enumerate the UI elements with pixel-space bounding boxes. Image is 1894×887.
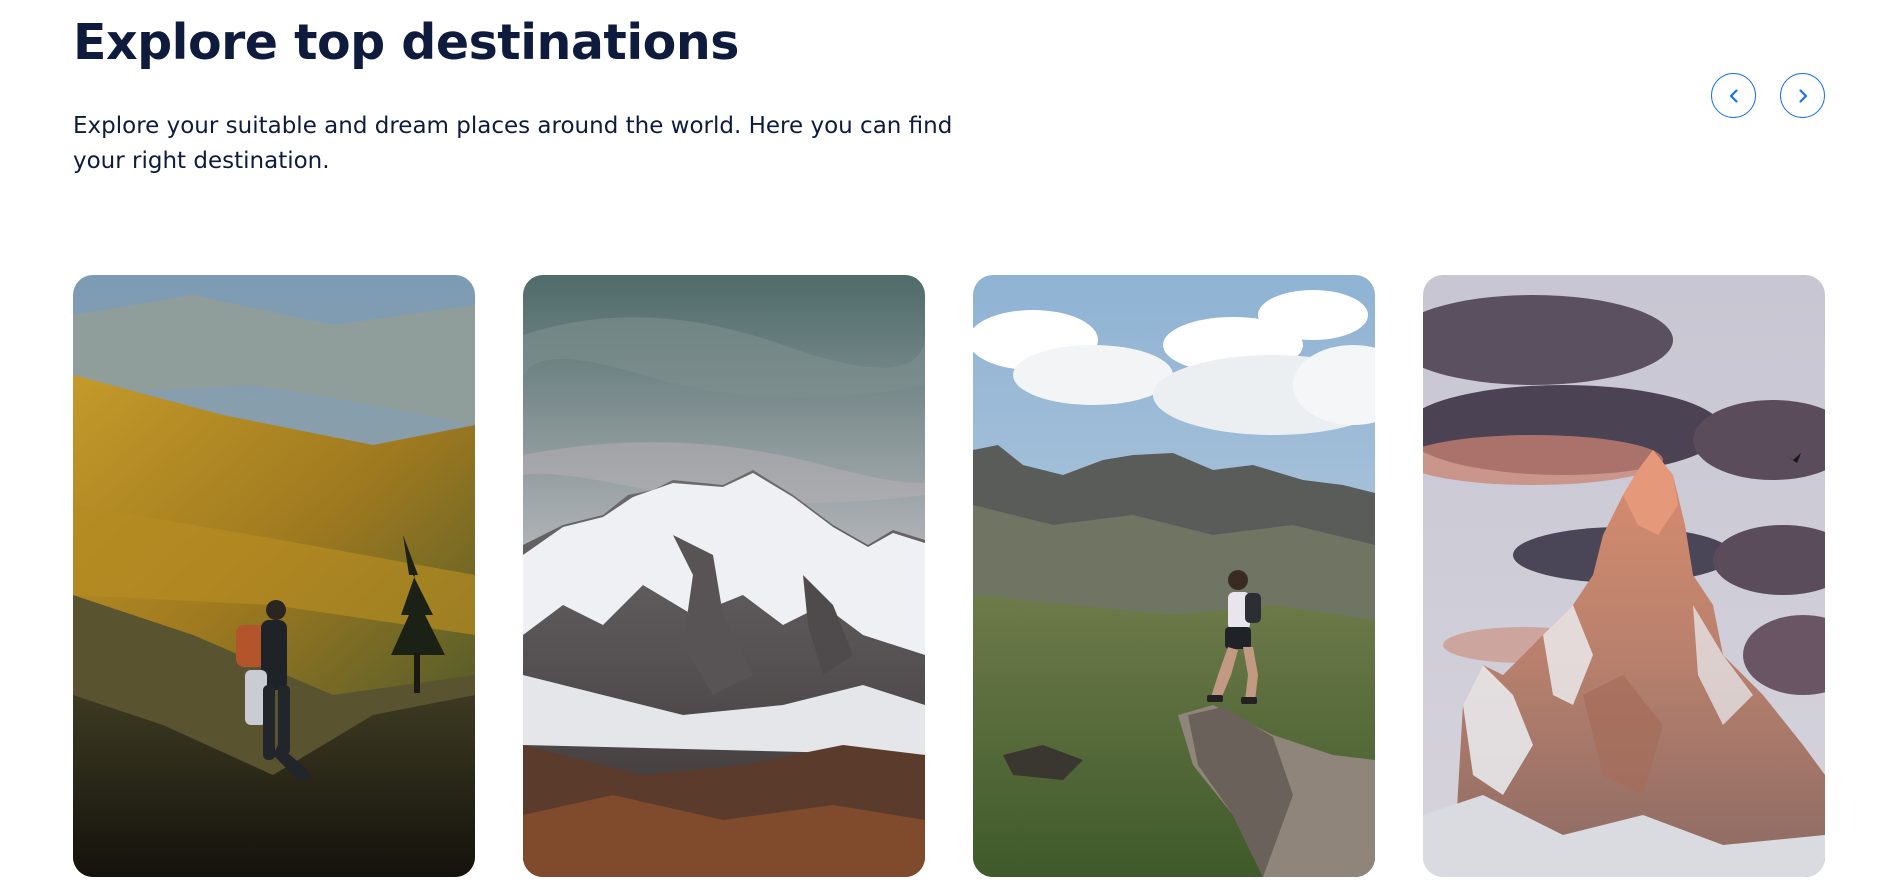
- destination-card[interactable]: [973, 275, 1375, 877]
- destination-image: [523, 275, 925, 877]
- destination-image: [973, 275, 1375, 877]
- destination-card[interactable]: [523, 275, 925, 877]
- chevron-left-icon: [1729, 88, 1738, 103]
- section-title: Explore top destinations: [73, 14, 739, 71]
- chevron-right-icon: [1798, 88, 1807, 103]
- carousel-next-button[interactable]: [1780, 73, 1825, 118]
- carousel-prev-button[interactable]: [1711, 73, 1756, 118]
- destination-image: [1423, 275, 1825, 877]
- destination-card[interactable]: [1423, 275, 1825, 877]
- destination-image: [73, 275, 475, 877]
- destinations-section: Explore top destinations Explore your su…: [0, 0, 1894, 887]
- destination-card[interactable]: [73, 275, 475, 877]
- section-description: Explore your suitable and dream places a…: [73, 113, 953, 174]
